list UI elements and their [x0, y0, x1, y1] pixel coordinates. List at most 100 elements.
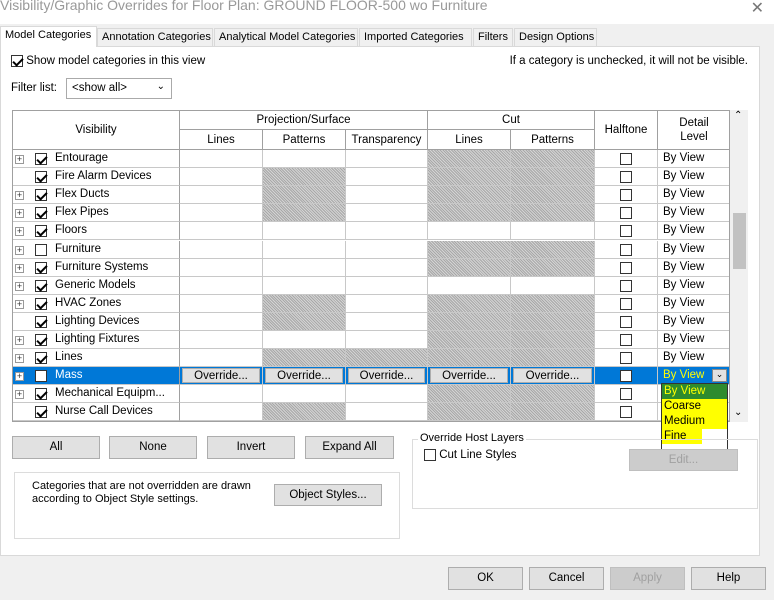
table-row[interactable]: + Entourage By View [13, 150, 729, 168]
visibility-cell[interactable]: + Flex Pipes [13, 204, 180, 223]
show-model-categories-checkbox[interactable]: Show model categories in this view [11, 55, 205, 67]
table-row[interactable]: + Lighting Fixtures By View [13, 331, 729, 349]
scroll-down-icon[interactable]: ⌄ [734, 407, 742, 418]
table-row[interactable]: + HVAC Zones By View [13, 294, 729, 313]
halftone-cell[interactable] [595, 168, 658, 187]
override-button[interactable]: Override... [513, 368, 592, 384]
halftone-cell[interactable] [595, 222, 658, 241]
table-row[interactable]: Fire Alarm Devices By View [13, 168, 729, 187]
table-row[interactable]: + Furniture Systems By View [13, 258, 729, 277]
visibility-checkbox[interactable] [35, 388, 47, 401]
visibility-checkbox[interactable] [35, 207, 47, 220]
halftone-checkbox[interactable] [620, 315, 632, 328]
halftone-checkbox[interactable] [620, 153, 632, 165]
override-cell[interactable] [346, 276, 428, 295]
override-cell[interactable]: Override... [346, 367, 428, 386]
detail-level-cell[interactable]: By View [658, 222, 729, 241]
table-row[interactable]: + Mechanical Equipm... [13, 385, 729, 404]
halftone-cell[interactable] [595, 331, 658, 349]
override-cell[interactable] [263, 276, 346, 295]
visibility-cell[interactable]: Nurse Call Devices [13, 403, 180, 421]
expand-icon[interactable]: + [15, 299, 24, 309]
help-button[interactable]: Help [691, 567, 766, 590]
halftone-checkbox[interactable] [620, 189, 632, 202]
override-cell[interactable] [263, 385, 346, 404]
override-cell[interactable] [428, 312, 511, 331]
override-cell[interactable] [511, 422, 595, 423]
header-visibility[interactable]: Visibility [13, 111, 180, 150]
halftone-checkbox[interactable] [620, 225, 632, 238]
override-cell[interactable]: Override... [428, 367, 511, 386]
override-cell[interactable]: Override... [263, 367, 346, 386]
override-cell[interactable] [263, 258, 346, 277]
halftone-checkbox[interactable] [620, 243, 632, 256]
grid-scrollbar[interactable]: ⌃ ⌄ [730, 110, 748, 422]
all-button[interactable]: All [12, 436, 100, 459]
override-cell[interactable] [346, 186, 428, 205]
override-cell[interactable] [346, 150, 428, 168]
override-cell[interactable] [346, 168, 428, 187]
override-cell[interactable] [346, 331, 428, 349]
detail-level-cell[interactable]: By View [658, 277, 729, 295]
visibility-checkbox[interactable] [35, 279, 47, 292]
override-cell[interactable] [180, 276, 263, 295]
table-row[interactable]: + Flex Ducts By View [13, 186, 729, 205]
apply-button[interactable]: Apply [610, 567, 685, 590]
override-button[interactable]: Override... [348, 368, 425, 384]
visibility-checkbox[interactable] [35, 352, 47, 365]
override-cell[interactable] [511, 294, 595, 313]
expand-icon[interactable]: + [15, 390, 24, 400]
halftone-cell[interactable] [595, 312, 658, 331]
override-cell[interactable] [263, 186, 346, 205]
detail-level-cell[interactable]: By View [658, 150, 729, 168]
override-cell[interactable] [346, 422, 428, 423]
visibility-checkbox[interactable] [35, 153, 47, 165]
ok-button[interactable]: OK [448, 567, 523, 590]
dropdown-option-medium[interactable]: Medium [662, 414, 727, 429]
halftone-checkbox[interactable] [620, 406, 632, 419]
override-button[interactable]: Override... [430, 368, 508, 384]
halftone-cell[interactable] [595, 150, 658, 168]
override-cell[interactable] [263, 331, 346, 349]
override-cell[interactable] [180, 186, 263, 205]
override-cell[interactable] [263, 422, 346, 423]
cancel-button[interactable]: Cancel [529, 567, 604, 590]
detail-level-cell[interactable]: By View [658, 295, 729, 313]
halftone-cell[interactable] [595, 258, 658, 277]
override-cell[interactable] [511, 204, 595, 223]
table-row[interactable]: + [13, 422, 730, 423]
invert-button[interactable]: Invert [207, 436, 295, 459]
override-cell[interactable] [428, 385, 511, 404]
visibility-checkbox[interactable] [35, 189, 47, 202]
override-cell[interactable] [263, 403, 346, 421]
visibility-cell[interactable]: Lighting Devices [13, 312, 180, 331]
halftone-cell[interactable] [595, 403, 658, 421]
override-cell[interactable] [263, 204, 346, 223]
halftone-cell[interactable] [595, 276, 658, 295]
override-cell[interactable] [346, 294, 428, 313]
visibility-cell[interactable]: + Lighting Fixtures [13, 331, 180, 349]
halftone-cell[interactable] [595, 204, 658, 223]
cut-line-styles-checkbox[interactable]: Cut Line Styles [424, 449, 517, 461]
checkbox-icon[interactable] [11, 55, 23, 67]
halftone-checkbox[interactable] [620, 370, 632, 383]
override-cell[interactable] [428, 240, 511, 259]
detail-level-cell[interactable]: By View [658, 168, 729, 187]
table-row[interactable]: Nurse Call Devices [13, 403, 729, 421]
expand-icon[interactable]: + [15, 372, 24, 382]
halftone-checkbox[interactable] [620, 334, 632, 346]
scroll-thumb[interactable] [733, 213, 746, 269]
visibility-cell[interactable]: + Entourage [13, 150, 180, 168]
override-cell[interactable] [511, 312, 595, 331]
override-cell[interactable] [346, 349, 428, 368]
halftone-cell[interactable] [595, 349, 658, 368]
checkbox-icon[interactable] [424, 449, 436, 461]
visibility-checkbox[interactable] [35, 315, 47, 328]
override-cell[interactable] [180, 222, 263, 241]
detail-level-cell[interactable]: By View [658, 349, 729, 368]
halftone-checkbox[interactable] [620, 171, 632, 184]
none-button[interactable]: None [109, 436, 197, 459]
visibility-checkbox[interactable] [35, 334, 47, 346]
tab-design-options[interactable]: Design Options [514, 28, 597, 46]
visibility-checkbox[interactable] [35, 225, 47, 238]
